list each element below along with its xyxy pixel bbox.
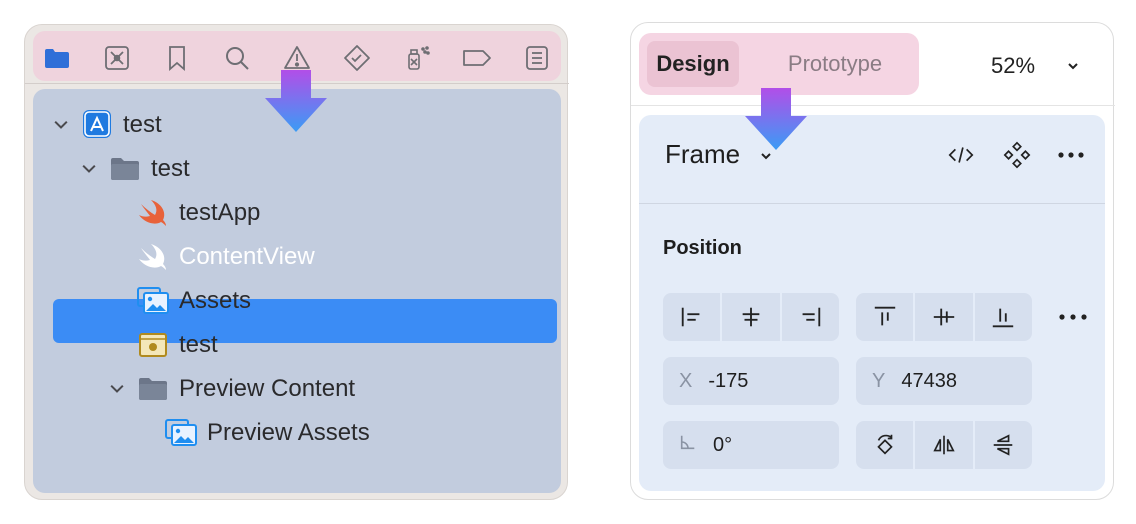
tree-item-preview-assets[interactable]: Preview Assets [165,411,370,455]
figma-design-panel: Design Prototype 52% Frame Position X -1… [630,22,1115,500]
folder-icon [109,154,141,184]
transform-group [856,421,1032,469]
entitlements-icon [137,330,169,360]
section-title-position: Position [663,237,742,259]
source-control-icon[interactable] [103,44,131,72]
more-icon[interactable] [1055,139,1087,171]
x-label: X [679,369,693,392]
align-right-icon[interactable] [782,293,839,341]
divider [631,105,1115,106]
tree-item-testapp[interactable]: testApp [137,191,260,235]
tree-item-assets[interactable]: Assets [137,279,251,323]
tree-item-folder-test[interactable]: test [77,147,190,191]
tree-item-label: Assets [179,287,252,314]
app-icon [81,110,113,140]
zoom-level[interactable]: 52% [991,53,1035,79]
asset-catalog-icon [165,418,197,448]
chevron-down-icon[interactable] [49,113,73,137]
tab-prototype[interactable]: Prototype [753,41,917,87]
test-icon[interactable] [343,44,371,72]
tree-item-label: Preview Content [179,375,356,402]
align-top-icon[interactable] [856,293,916,341]
tree-item-label: test [151,155,190,182]
selection-highlight [53,299,557,343]
swift-icon [137,242,169,272]
tree-item-entitlements[interactable]: test [137,323,218,367]
frame-title[interactable]: Frame [665,139,740,170]
horizontal-align-group [663,293,839,341]
align-center-vertical-icon[interactable] [915,293,975,341]
tab-design[interactable]: Design [647,41,739,87]
component-icon[interactable] [1001,139,1033,171]
warning-icon[interactable] [283,44,311,72]
project-tree: test test testApp ContentView Assets tes… [33,89,561,493]
tree-item-label: Preview Assets [207,419,370,446]
tree-item-label: test [123,111,162,138]
align-left-icon[interactable] [663,293,723,341]
tree-item-project[interactable]: test [49,103,162,147]
rotation-value[interactable]: 0° [713,434,732,457]
breakpoint-icon[interactable] [461,44,493,72]
asset-catalog-icon [137,286,169,316]
rotation-field[interactable]: 0° [663,421,839,469]
chevron-down-icon[interactable] [105,377,129,401]
bookmark-icon[interactable] [163,44,191,72]
mode-tabs: Design Prototype [639,33,919,95]
report-icon[interactable] [523,44,551,72]
folder-icon[interactable] [43,44,71,72]
swift-icon [137,198,169,228]
debug-icon[interactable] [403,44,431,72]
tree-item-label: testApp [179,199,261,226]
align-bottom-icon[interactable] [975,293,1032,341]
align-center-horizontal-icon[interactable] [722,293,782,341]
properties-panel: Frame Position X -175 Y 47438 0° [639,115,1105,491]
y-label: Y [872,369,886,392]
folder-icon [137,374,169,404]
y-position-field[interactable]: Y 47438 [856,357,1032,405]
vertical-align-group [856,293,1032,341]
tree-item-label: test [179,331,218,358]
arrow-down-icon [744,88,808,152]
rotate-icon[interactable] [856,421,916,469]
more-icon[interactable] [1055,305,1091,329]
flip-vertical-icon[interactable] [975,421,1032,469]
tree-item-label: ContentView [179,243,315,270]
y-value[interactable]: 47438 [901,370,957,393]
flip-horizontal-icon[interactable] [915,421,975,469]
tree-item-preview-content[interactable]: Preview Content [105,367,355,411]
x-value[interactable]: -175 [708,370,748,393]
divider [639,203,1105,204]
angle-icon [679,433,697,457]
tree-item-contentview[interactable]: ContentView [137,235,315,279]
code-icon[interactable] [945,139,977,171]
x-position-field[interactable]: X -175 [663,357,839,405]
arrow-down-icon [264,70,328,134]
chevron-down-icon[interactable] [1063,56,1083,76]
chevron-down-icon[interactable] [77,157,101,181]
search-icon[interactable] [223,44,251,72]
